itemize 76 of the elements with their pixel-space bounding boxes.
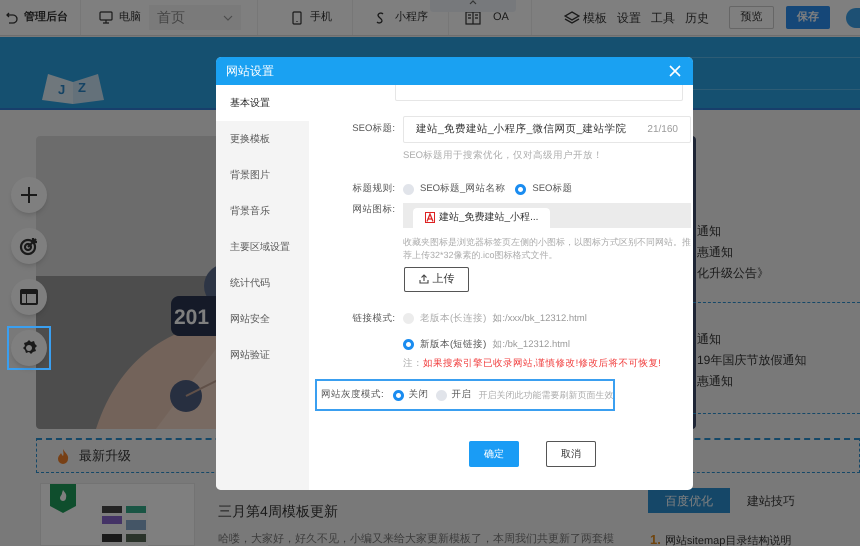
radio-button[interactable] xyxy=(436,390,447,401)
news-title[interactable]: 化升级公告》 xyxy=(697,264,806,285)
file-tab[interactable]: 建站_免费建站_小程... xyxy=(413,208,550,228)
flame-icon xyxy=(57,448,69,464)
field-hint: 开启关闭此功能需要刷新页面生效 xyxy=(478,388,614,402)
oa-tab[interactable]: OA xyxy=(493,9,509,26)
logo-letter: J xyxy=(58,81,66,99)
char-counter: 21/160 xyxy=(647,123,678,137)
radio-button[interactable] xyxy=(392,390,404,401)
field-label: 网站灰度模式: xyxy=(321,388,384,402)
nav-item[interactable]: 基本设置 xyxy=(216,85,309,121)
phone-icon xyxy=(292,10,302,24)
radio-label[interactable]: 关闭 xyxy=(408,388,429,402)
warning-text: 如果搜索引擎已收录网站,谨慎修改!修改后将不可恢复! xyxy=(423,357,661,371)
note-label: 注： xyxy=(403,357,423,371)
toolbar-menu-item[interactable]: 历史 xyxy=(685,8,709,26)
layers-icon xyxy=(564,10,580,24)
article-title[interactable]: 三月第4周模板更新 xyxy=(218,501,338,522)
target-icon xyxy=(19,236,39,256)
url-example: 如:/bk_12312.html xyxy=(492,338,570,352)
caret-up-icon xyxy=(469,0,477,5)
radio-button[interactable] xyxy=(403,339,414,350)
field-label: 网站图标: xyxy=(351,202,395,216)
field-label: SEO标题: xyxy=(351,122,395,136)
input-field[interactable] xyxy=(395,85,683,101)
settings-button[interactable] xyxy=(7,326,51,370)
seo-title-field[interactable]: 建站_免费建站_小程序_微信网页_建站学院 21/160 xyxy=(403,116,691,143)
admin-label[interactable]: 管理后台 xyxy=(24,9,68,26)
news-title[interactable]: 惠通知 xyxy=(697,372,806,393)
radio-button[interactable] xyxy=(403,184,414,195)
book-icon xyxy=(465,10,481,24)
cancel-button[interactable]: 取消 xyxy=(546,441,596,468)
field-hint: SEO标题用于搜索优化，仅对高级用户开放！ xyxy=(403,149,604,163)
field-hint: 收藏夹图标是浏览器标签页左侧的小图标，以图标方式区别不同网站。推荐上传32*32像素的.ico图标格式文件。 xyxy=(403,236,692,262)
squiggle-icon xyxy=(375,10,385,24)
list-number: 1. xyxy=(650,531,661,546)
mini-program-tab[interactable]: 小程序 xyxy=(395,9,428,26)
monitor-icon xyxy=(99,11,113,24)
news-title[interactable]: 通知 xyxy=(697,330,806,351)
toolbar-menu-item[interactable]: 工具 xyxy=(651,8,675,26)
plus-icon xyxy=(20,186,38,204)
side-tab[interactable]: 建站技巧 xyxy=(730,488,812,513)
field-value: 建站_免费建站_小程序_微信网页_建站学院 xyxy=(416,122,626,137)
logo-letter: Z xyxy=(78,79,86,97)
save-button[interactable]: 保存 xyxy=(786,6,830,29)
upload-icon xyxy=(418,274,428,284)
news-title[interactable]: 19年国庆节放假通知 xyxy=(697,351,806,372)
upload-button[interactable]: 上传 xyxy=(404,266,469,292)
radio-label[interactable]: 开启 xyxy=(452,388,472,402)
news-title[interactable]: 通知 xyxy=(697,222,806,243)
banner-caption: 201 xyxy=(174,305,210,331)
confirm-button[interactable]: 确定 xyxy=(469,441,519,468)
field-label: 标题规则: xyxy=(351,182,395,196)
dialog-title: 网站设置 xyxy=(226,63,274,80)
layout-icon xyxy=(20,289,38,305)
preview-button[interactable]: 预览 xyxy=(729,6,774,29)
news-title[interactable]: 惠通知 xyxy=(697,243,806,264)
hot-badge-icon xyxy=(50,484,76,513)
back-icon[interactable] xyxy=(6,12,18,24)
radio-label[interactable]: SEO标题_网站名称 xyxy=(420,182,506,196)
side-tab[interactable]: 百度优化 xyxy=(648,488,730,513)
template-menu[interactable]: 模板 xyxy=(583,8,607,26)
section-title: 最新升级 xyxy=(79,447,131,466)
article-excerpt: 哈喽，大家好，好久不见，小编又来给大家更新模板了，本周我们共更新了两套模 xyxy=(218,532,614,546)
letter-a-icon xyxy=(425,212,435,223)
radio-label[interactable]: 新版本(短链接) xyxy=(420,338,486,352)
url-example: 如:/xxx/bk_12312.html xyxy=(492,312,587,326)
desktop-tab[interactable]: 电脑 xyxy=(119,9,141,26)
article-link[interactable]: 网站sitemap目录结构说明 xyxy=(664,533,792,546)
toolbar-menu-item[interactable]: 设置 xyxy=(617,8,641,26)
mobile-tab[interactable]: 手机 xyxy=(310,9,332,26)
radio-label[interactable]: SEO标题 xyxy=(532,182,572,196)
chevron-down-icon xyxy=(223,14,233,20)
field-label: 链接模式: xyxy=(351,312,395,326)
close-icon[interactable] xyxy=(669,65,681,77)
radio-button[interactable] xyxy=(515,184,526,195)
